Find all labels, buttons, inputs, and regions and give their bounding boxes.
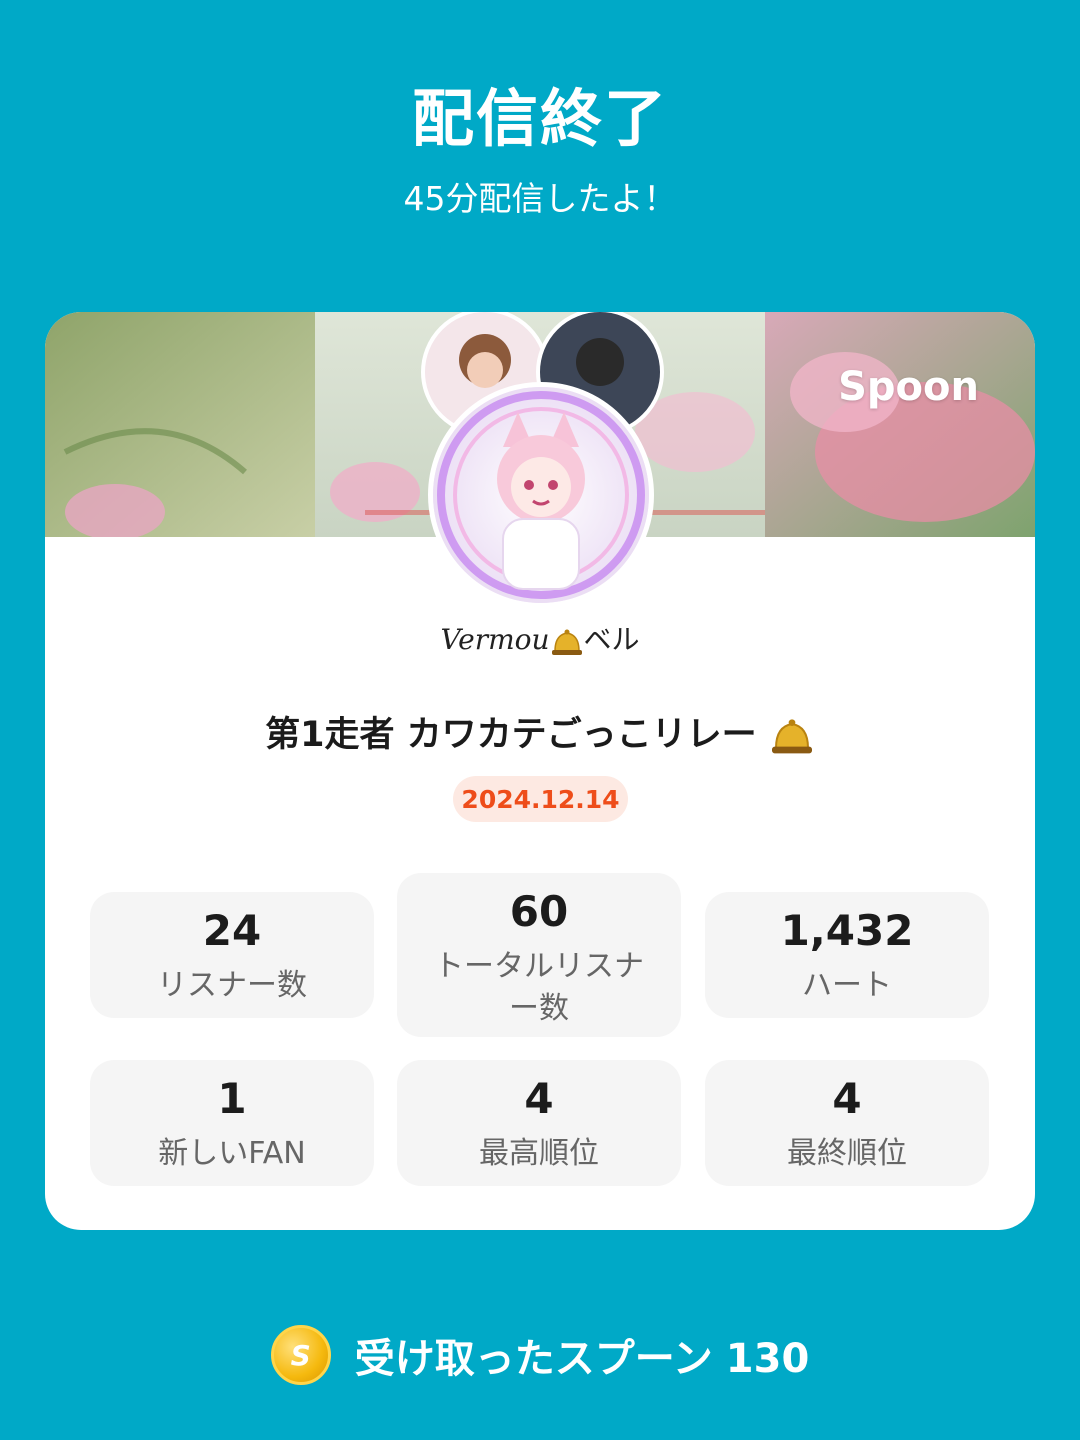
stat-value: 4: [524, 1074, 554, 1123]
summary-card: Spoon Vermou ベル 第1走者 カワカテごっこリレー 2024.12.…: [45, 312, 1035, 1230]
stat-value: 60: [509, 887, 569, 936]
host-name: Vermou ベル: [45, 618, 1035, 658]
stat-label: ハート: [802, 968, 892, 1003]
stat-label: 新しいFAN: [158, 1136, 306, 1171]
stat-label: 最高順位: [479, 1136, 599, 1171]
stat-value: 4: [832, 1074, 862, 1123]
host-avatar[interactable]: [428, 382, 654, 608]
stat-listeners: 24 リスナー数: [90, 892, 374, 1018]
stat-label: 最終順位: [787, 1136, 907, 1171]
stat-total-listeners: 60 トータルリスナー数: [397, 873, 681, 1037]
stat-value: 1: [217, 1074, 247, 1123]
stat-new-fans: 1 新しいFAN: [90, 1060, 374, 1186]
spoon-logo: Spoon: [838, 364, 979, 410]
spoon-coin-icon: S: [270, 1325, 331, 1385]
room-title-text: 第1走者 カワカテごっこリレー: [265, 715, 757, 755]
spoons-received-count: 130: [725, 1336, 810, 1382]
spoons-received-label: 受け取ったスプーン: [354, 1336, 713, 1382]
stat-value: 1,432: [780, 906, 914, 955]
bell-icon: [550, 627, 584, 657]
header-subtitle: 45分配信したよ！: [403, 179, 677, 218]
stat-label: トータルリスナー数: [434, 949, 644, 1026]
host-name-text: Vermou: [440, 623, 550, 656]
room-title: 第1走者 カワカテごっこリレー: [45, 706, 1035, 757]
date-badge: 2024.12.14: [453, 776, 628, 822]
stat-final-rank: 4 最終順位: [705, 1060, 989, 1186]
host-name-suffix: ベル: [583, 623, 640, 656]
stat-hearts: 1,432 ハート: [705, 892, 989, 1018]
stat-highest-rank: 4 最高順位: [397, 1060, 681, 1186]
spoons-received: S 受け取ったスプーン 130: [0, 1322, 1080, 1388]
stat-value: 24: [202, 906, 262, 955]
bell-icon: [769, 716, 815, 756]
stat-label: リスナー数: [157, 968, 307, 1003]
header-title: 配信終了: [411, 82, 668, 155]
